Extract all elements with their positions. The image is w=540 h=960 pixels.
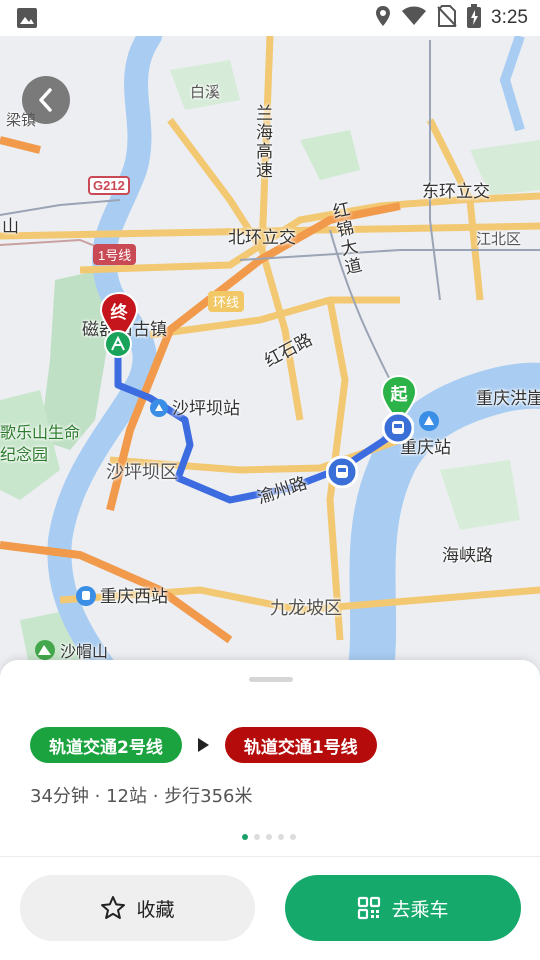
line-chip-2: 轨道交通2号线	[30, 727, 182, 763]
gallery-icon	[16, 7, 38, 33]
favorite-label: 收藏	[136, 898, 175, 921]
go-ride-label: 去乘车	[391, 898, 449, 921]
divider	[0, 856, 540, 857]
map-label-chongqing-hong: 重庆洪崖	[476, 389, 540, 409]
page-dot	[290, 834, 296, 840]
road-tag-ring: 环线	[208, 291, 245, 312]
start-marker-label: 起	[390, 385, 408, 405]
map-label-lanhai: 兰海高速	[252, 104, 272, 180]
page-indicator	[242, 834, 296, 840]
map-label-shan: 山	[2, 217, 19, 237]
end-station-icon	[104, 330, 132, 362]
metro-station-icon	[150, 399, 168, 417]
start-station-icon	[381, 411, 415, 448]
map-label-jiulongpo: 九龙坡区	[270, 598, 342, 619]
page-dot	[266, 834, 272, 840]
route-map[interactable]: 白溪 梁镇 山 兰海高速 东环立交 北环立交 红锦大道 江北区 磁器口古镇 红石…	[0, 36, 540, 676]
route-summary: 34分钟 · 12站 · 步行356米	[30, 786, 253, 807]
status-bar: 3:25	[0, 0, 540, 36]
back-button[interactable]	[22, 76, 70, 124]
page-dot	[278, 834, 284, 840]
page-dot-active	[242, 834, 248, 840]
route-detail-sheet[interactable]: 轨道交通2号线 轨道交通1号线 34分钟 · 12站 · 步行356米 收藏 去…	[0, 660, 540, 960]
map-label-chongqing-west: 重庆西站	[76, 582, 168, 607]
map-label-shamao: 沙帽山	[34, 638, 108, 662]
rail-station-icon	[76, 586, 96, 606]
mountain-icon	[35, 640, 55, 660]
favorite-button[interactable]: 收藏	[20, 875, 255, 941]
location-icon	[375, 5, 391, 31]
qr-code-icon	[358, 896, 381, 920]
wifi-icon	[401, 6, 427, 30]
station-poi-icon	[418, 410, 440, 436]
map-label-gele: 歌乐山生命纪念园	[0, 423, 81, 464]
go-ride-button[interactable]: 去乘车	[285, 875, 521, 941]
road-tag-line1: 1号线	[93, 244, 137, 265]
map-label-haixia: 海峡路	[442, 546, 493, 566]
status-time: 3:25	[491, 7, 528, 28]
star-icon	[101, 896, 126, 919]
map-label-dongxiao: 东环立交	[422, 182, 490, 202]
chevron-left-icon	[39, 88, 52, 112]
map-label-beixiao: 北环立交	[228, 228, 296, 248]
transfer-station-icon	[325, 455, 359, 492]
map-label-shapingba-station: 沙坪坝站	[150, 394, 240, 419]
end-marker-label: 终	[110, 303, 128, 323]
line-chip-1: 轨道交通1号线	[224, 727, 377, 763]
no-sim-icon	[437, 5, 457, 31]
map-label-jiangbei: 江北区	[476, 230, 522, 248]
map-label-baixi: 白溪	[190, 83, 221, 101]
route-line-row: 轨道交通2号线 轨道交通1号线	[30, 727, 377, 763]
battery-charging-icon	[467, 4, 482, 32]
arrow-right-icon	[197, 738, 209, 752]
map-label-shapingba-district: 沙坪坝区	[106, 462, 178, 483]
drag-handle[interactable]	[249, 677, 293, 682]
page-dot	[254, 834, 260, 840]
road-tag-g212: G212	[88, 176, 130, 195]
